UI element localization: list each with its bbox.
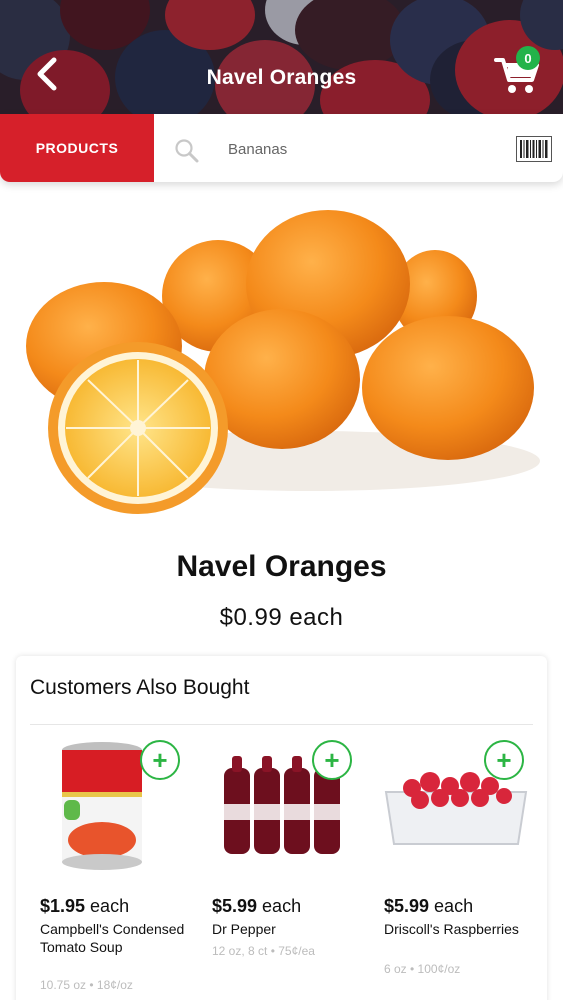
item-meta: 12 oz, 8 ct • 75¢/ea: [212, 944, 315, 958]
divider: [30, 724, 533, 725]
product-card[interactable]: + $5.99 each Driscoll's Raspberries 6 oz…: [376, 736, 536, 1000]
add-to-cart-button[interactable]: +: [140, 740, 180, 780]
item-name: Driscoll's Raspberries: [384, 921, 519, 937]
item-meta: 10.75 oz • 18¢/oz: [40, 978, 133, 992]
search-icon: [175, 139, 199, 163]
item-meta: 6 oz • 100¢/oz: [384, 962, 461, 976]
item-price: $5.99 each: [212, 896, 302, 916]
products-button[interactable]: PRODUCTS: [0, 114, 154, 182]
product-price: $0.99 each: [219, 604, 344, 631]
add-to-cart-button[interactable]: +: [484, 740, 524, 780]
header-background-image: [0, 0, 563, 118]
item-price: $1.95 each: [40, 896, 130, 916]
product-name: Navel Oranges: [176, 550, 387, 583]
product-card[interactable]: + $5.99 each Dr Pepper 12 oz, 8 ct • 75¢…: [204, 736, 364, 1000]
search-input[interactable]: [212, 132, 492, 166]
page-title: Navel Oranges: [206, 66, 357, 89]
cart-count-badge: 0: [516, 46, 540, 70]
item-name: Campbell's Condensed Tomato Soup: [40, 921, 185, 955]
product-card[interactable]: + $1.95 each Campbell's Condensed Tomato…: [32, 736, 192, 1000]
barcode-icon[interactable]: [516, 136, 552, 162]
add-to-cart-button[interactable]: +: [312, 740, 352, 780]
item-price: $5.99 each: [384, 896, 474, 916]
product-image: [26, 210, 540, 514]
also-bought-section: Customers Also Bought + $1.95 each Campb…: [16, 656, 547, 1000]
header: Navel Oranges 0: [0, 0, 563, 118]
item-name: Dr Pepper: [212, 921, 276, 937]
search-bar: PRODUCTS: [0, 114, 563, 182]
section-title: Customers Also Bought: [30, 676, 250, 699]
